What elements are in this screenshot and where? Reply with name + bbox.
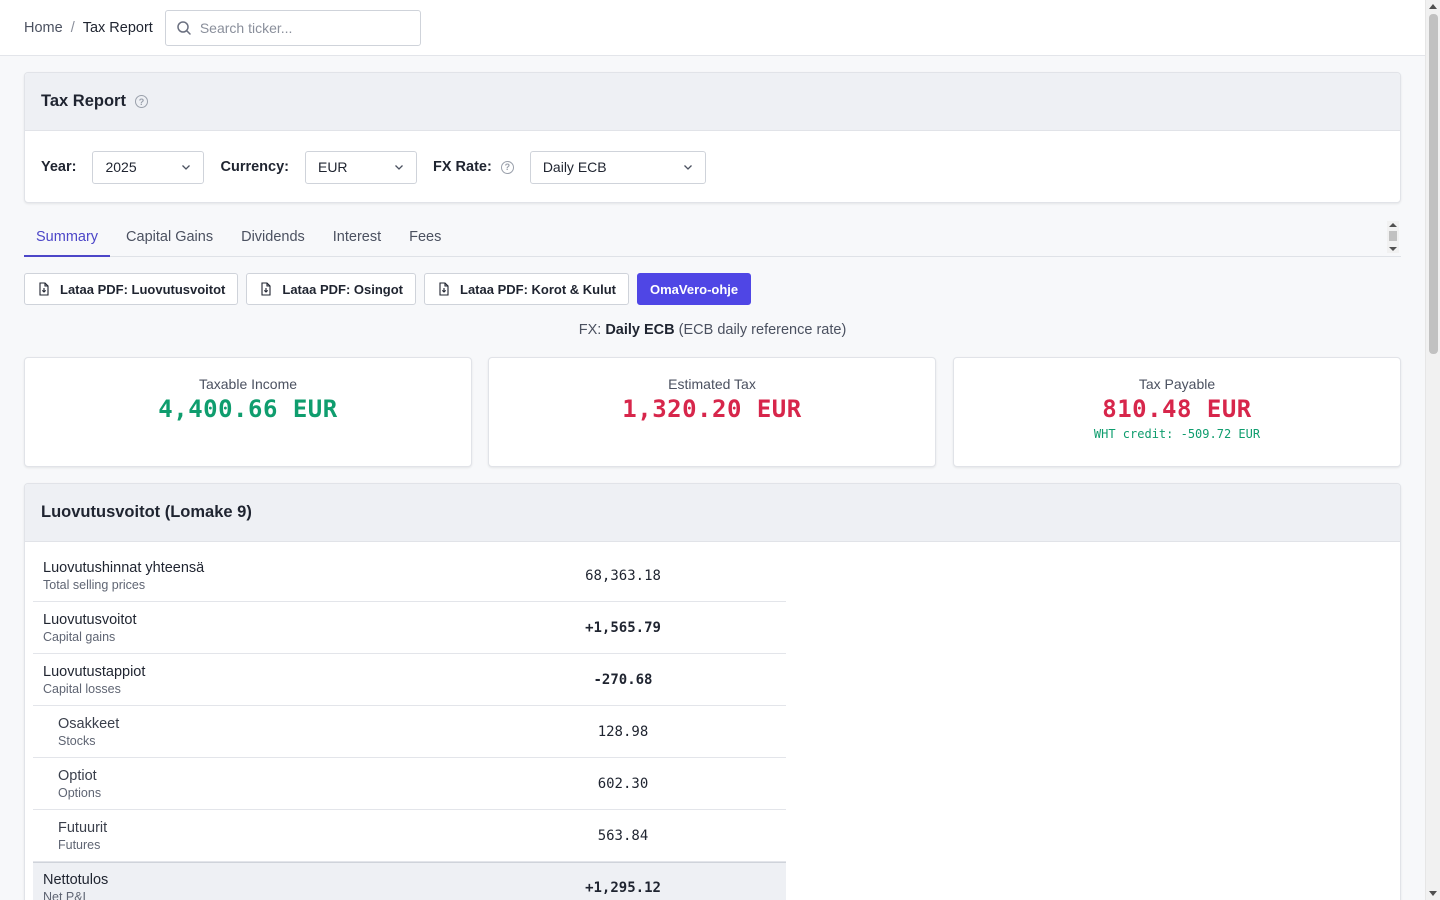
row-label-en: Total selling prices [43, 577, 146, 592]
row-label-en: Stocks [58, 733, 96, 748]
top-bar: Home / Tax Report [0, 0, 1425, 56]
fx-rate-value: Daily ECB [542, 159, 607, 175]
currency-label: Currency: [220, 159, 289, 175]
currency-select[interactable]: EUR [304, 150, 417, 184]
luovutusvoitot-title: Luovutusvoitot (Lomake 9) [41, 503, 252, 521]
table-row: Osakkeet Stocks 128.98 [33, 706, 786, 758]
fx-note-method: Daily ECB [605, 322, 675, 338]
row-label-fi: Nettotulos [43, 872, 109, 888]
tab-summary[interactable]: Summary [24, 219, 111, 257]
breadcrumb-current: Tax Report [82, 19, 153, 36]
taxable-income-value: 4,400.66 EUR [158, 395, 338, 423]
taxable-income-card: Taxable Income 4,400.66 EUR [24, 357, 472, 467]
estimated-tax-label: Estimated Tax [668, 376, 756, 392]
fx-note-desc: (ECB daily reference rate) [678, 322, 847, 338]
row-label-en: Capital gains [43, 629, 116, 644]
file-download-icon [261, 282, 271, 296]
row-amount: 68,363.18 [585, 567, 661, 584]
currency-value: EUR [317, 159, 348, 175]
year-label: Year: [41, 159, 77, 175]
tax-payable-value: 810.48 EUR [1102, 395, 1252, 423]
row-label-en: Capital losses [43, 681, 121, 696]
scroll-up-icon[interactable] [1389, 223, 1397, 227]
estimated-tax-card: Estimated Tax 1,320.20 EUR [488, 357, 936, 467]
scroll-thumb[interactable] [1429, 14, 1438, 354]
page-scrollbar[interactable] [1425, 0, 1440, 900]
help-icon[interactable]: ? [500, 160, 514, 174]
file-download-icon [39, 282, 49, 296]
row-label-fi: Optiot [58, 767, 97, 784]
fx-rate-label-text: FX Rate: [432, 159, 492, 175]
tab-interest[interactable]: Interest [321, 219, 393, 257]
breadcrumb-home[interactable]: Home [24, 20, 63, 36]
wht-credit: WHT credit: -509.72 EUR [1093, 427, 1261, 441]
row-label-fi: Luovutusvoitot [43, 611, 137, 628]
help-icon[interactable]: ? [134, 95, 148, 108]
table-row: Luovutustappiot Capital losses -270.68 [33, 654, 786, 706]
tax-report-header: Tax Report ? [25, 73, 1400, 131]
table-row: Luovutusvoitot Capital gains +1,565.79 [33, 602, 786, 654]
table-row: Futuurit Futures 563.84 [33, 810, 786, 862]
file-download-icon [439, 282, 449, 296]
breadcrumb: Home / Tax Report [24, 20, 153, 36]
luovutusvoitot-card: Luovutusvoitot (Lomake 9) Luovutushinnat… [24, 483, 1401, 900]
download-pdf-interest-label: Lataa PDF: Korot & Kulut [460, 281, 617, 297]
download-pdf-dividends-button[interactable]: Lataa PDF: Osingot [246, 273, 417, 305]
tax-payable-label: Tax Payable [1138, 376, 1216, 392]
scroll-down-icon[interactable] [1429, 891, 1437, 896]
report-tabs: Summary Capital Gains Dividends Interest… [24, 219, 1401, 257]
row-amount: +1,565.79 [585, 619, 661, 636]
row-label-fi: Luovutushinnat yhteensä [43, 559, 205, 576]
chevron-down-icon [683, 165, 692, 170]
download-pdf-interest-button[interactable]: Lataa PDF: Korot & Kulut [424, 273, 630, 305]
taxable-income-label: Taxable Income [198, 376, 298, 392]
tab-fees[interactable]: Fees [397, 219, 453, 257]
search-icon [177, 20, 191, 35]
row-label-fi: Futuurit [58, 819, 108, 836]
scroll-up-icon[interactable] [1429, 4, 1437, 9]
download-pdf-gains-button[interactable]: Lataa PDF: Luovutusvoitot [24, 273, 239, 305]
fx-rate-label: FX Rate: ? [433, 159, 514, 175]
table-row-total: Nettotulos Net P&L +1,295.12 [33, 862, 786, 900]
search-input[interactable] [199, 19, 410, 36]
row-label-en: Options [58, 785, 102, 800]
chevron-down-icon [395, 165, 403, 170]
fx-note: FX: Daily ECB (ECB daily reference rate) [24, 322, 1401, 338]
tax-report-card: Tax Report ? Year: 2025 Currency: EUR FX… [24, 72, 1401, 203]
row-label-fi: Luovutustappiot [43, 663, 146, 680]
tax-payable-card: Tax Payable 810.48 EUR WHT credit: -509.… [953, 357, 1401, 467]
download-pdf-gains-label: Lataa PDF: Luovutusvoitot [60, 281, 226, 297]
row-amount: -270.68 [593, 671, 653, 688]
row-amount: 563.84 [597, 827, 649, 844]
luovutusvoitot-table: Luovutushinnat yhteensä Total selling pri… [33, 550, 786, 900]
download-pdf-dividends-label: Lataa PDF: Osingot [282, 281, 404, 297]
tab-capital-gains[interactable]: Capital Gains [114, 219, 225, 257]
row-label-en: Net P&L [43, 890, 90, 900]
tab-dividends[interactable]: Dividends [229, 219, 317, 257]
row-amount: +1,295.12 [585, 880, 661, 896]
row-amount: 602.30 [597, 775, 649, 792]
chevron-down-icon [182, 165, 191, 170]
filters-row: Year: 2025 Currency: EUR FX Rate: ? Dail… [25, 131, 1400, 202]
download-buttons: Lataa PDF: Luovutusvoitot Lataa PDF: Osi… [24, 273, 759, 305]
row-label-fi: Osakkeet [58, 715, 120, 732]
scroll-down-icon[interactable] [1389, 247, 1397, 251]
row-amount: 128.98 [597, 723, 649, 740]
breadcrumb-separator: / [70, 19, 75, 36]
year-value: 2025 [105, 159, 137, 175]
fx-rate-select[interactable]: Daily ECB [529, 150, 706, 184]
search-box[interactable] [164, 9, 421, 46]
scroll-thumb[interactable] [1389, 231, 1397, 241]
table-row: Optiot Options 602.30 [33, 758, 786, 810]
omavero-guide-button[interactable]: OmaVero-ohje [637, 273, 752, 305]
year-select[interactable]: 2025 [92, 150, 205, 184]
fx-note-prefix: FX: [578, 322, 602, 338]
page-title: Tax Report [41, 92, 126, 110]
row-label-en: Futures [58, 837, 101, 852]
estimated-tax-value: 1,320.20 EUR [622, 395, 802, 423]
tabs-scrollbar[interactable] [1387, 221, 1399, 253]
table-row: Luovutushinnat yhteensä Total selling pri… [33, 550, 786, 602]
luovutusvoitot-header: Luovutusvoitot (Lomake 9) [25, 484, 1400, 542]
